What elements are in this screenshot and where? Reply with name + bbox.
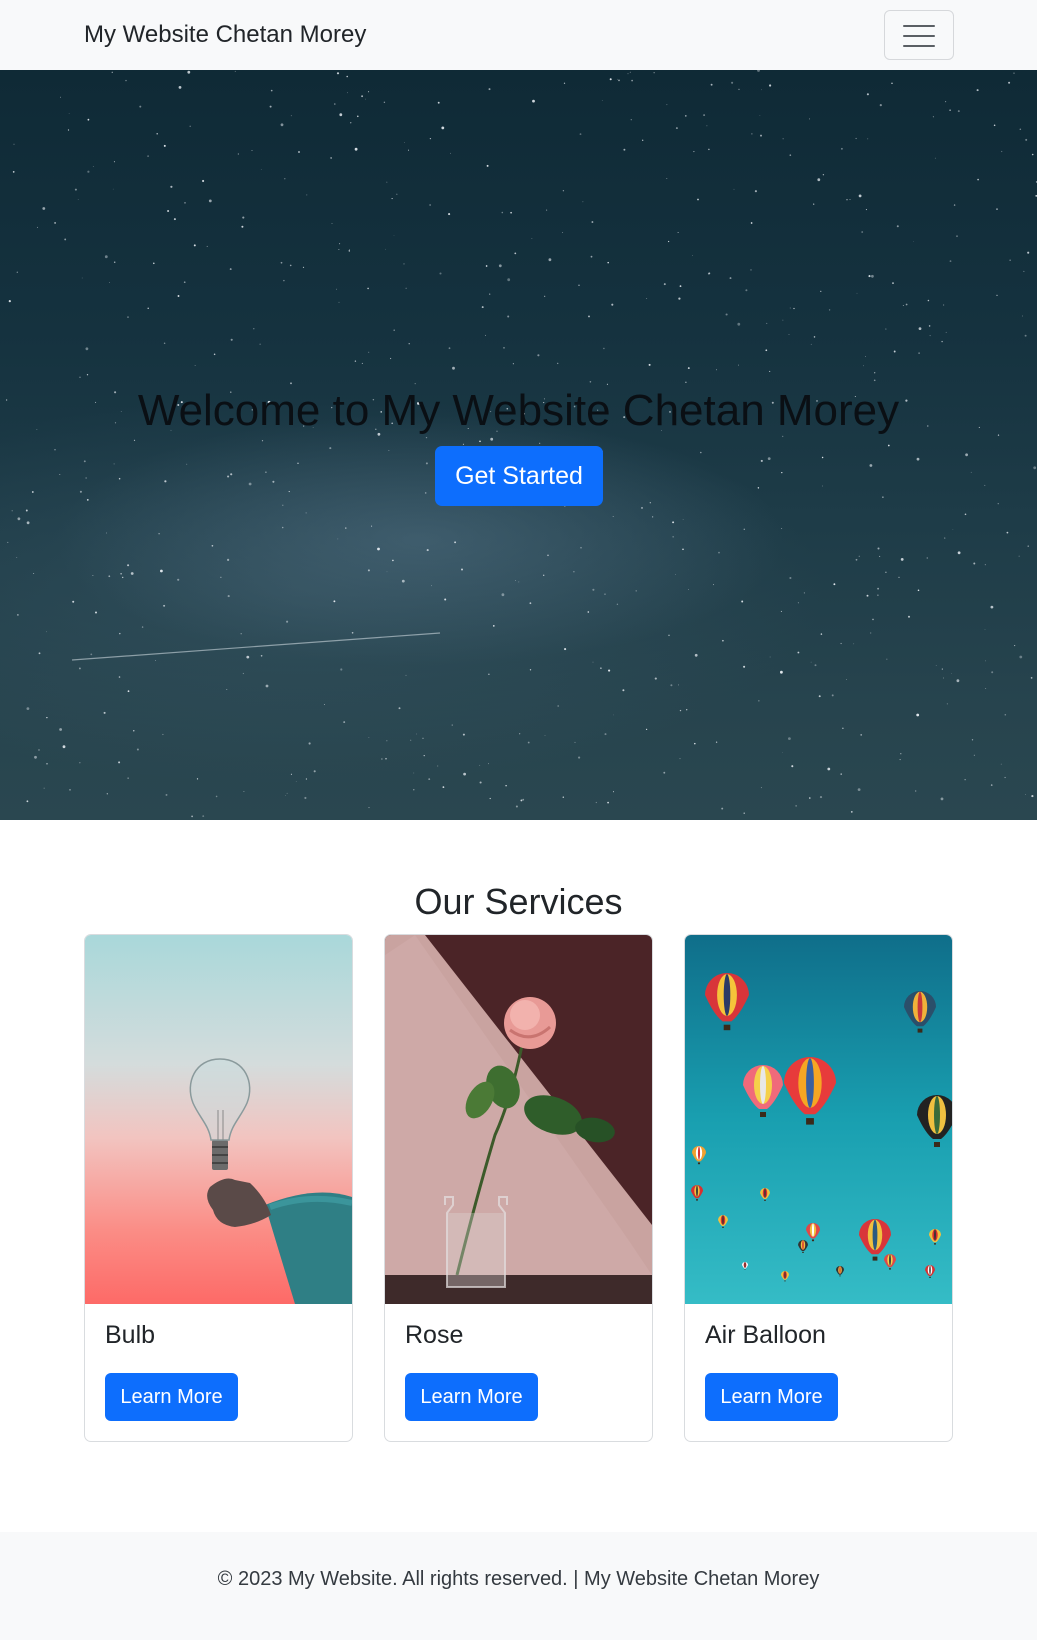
starry-sky-background [5,70,1037,818]
hero-title: Welcome to My Website Chetan Morey [137,386,900,435]
card-title: Rose [405,1321,464,1349]
learn-more-button[interactable]: Learn More [705,1373,838,1421]
hero-section: Welcome to My Website Chetan Morey Get S… [0,70,1037,820]
get-started-button[interactable]: Get Started [435,446,603,506]
service-card-bulb: Bulb Learn More [84,934,353,1442]
learn-more-button[interactable]: Learn More [405,1373,538,1421]
card-title: Air Balloon [705,1321,826,1349]
footer-copyright: © 2023 My Website. All rights reserved. … [217,1568,820,1590]
card-title: Bulb [105,1321,156,1349]
services-heading: Our Services [414,881,623,922]
navbar-brand[interactable]: My Website Chetan Morey [84,20,366,50]
footer: © 2023 My Website. All rights reserved. … [0,1532,1037,1640]
service-card-rose: Rose Learn More [384,934,653,1442]
navbar: My Website Chetan Morey [0,0,1037,70]
hamburger-menu-icon [903,25,935,47]
hot-air-balloons-image [685,935,952,1304]
service-card-air-balloon: Air Balloon Learn More [684,934,953,1442]
learn-more-button[interactable]: Learn More [105,1373,238,1421]
navbar-toggler-button[interactable] [884,10,954,60]
hand-holding-lightbulb-image [85,935,352,1304]
rose-in-glass-vase-image [385,935,652,1304]
